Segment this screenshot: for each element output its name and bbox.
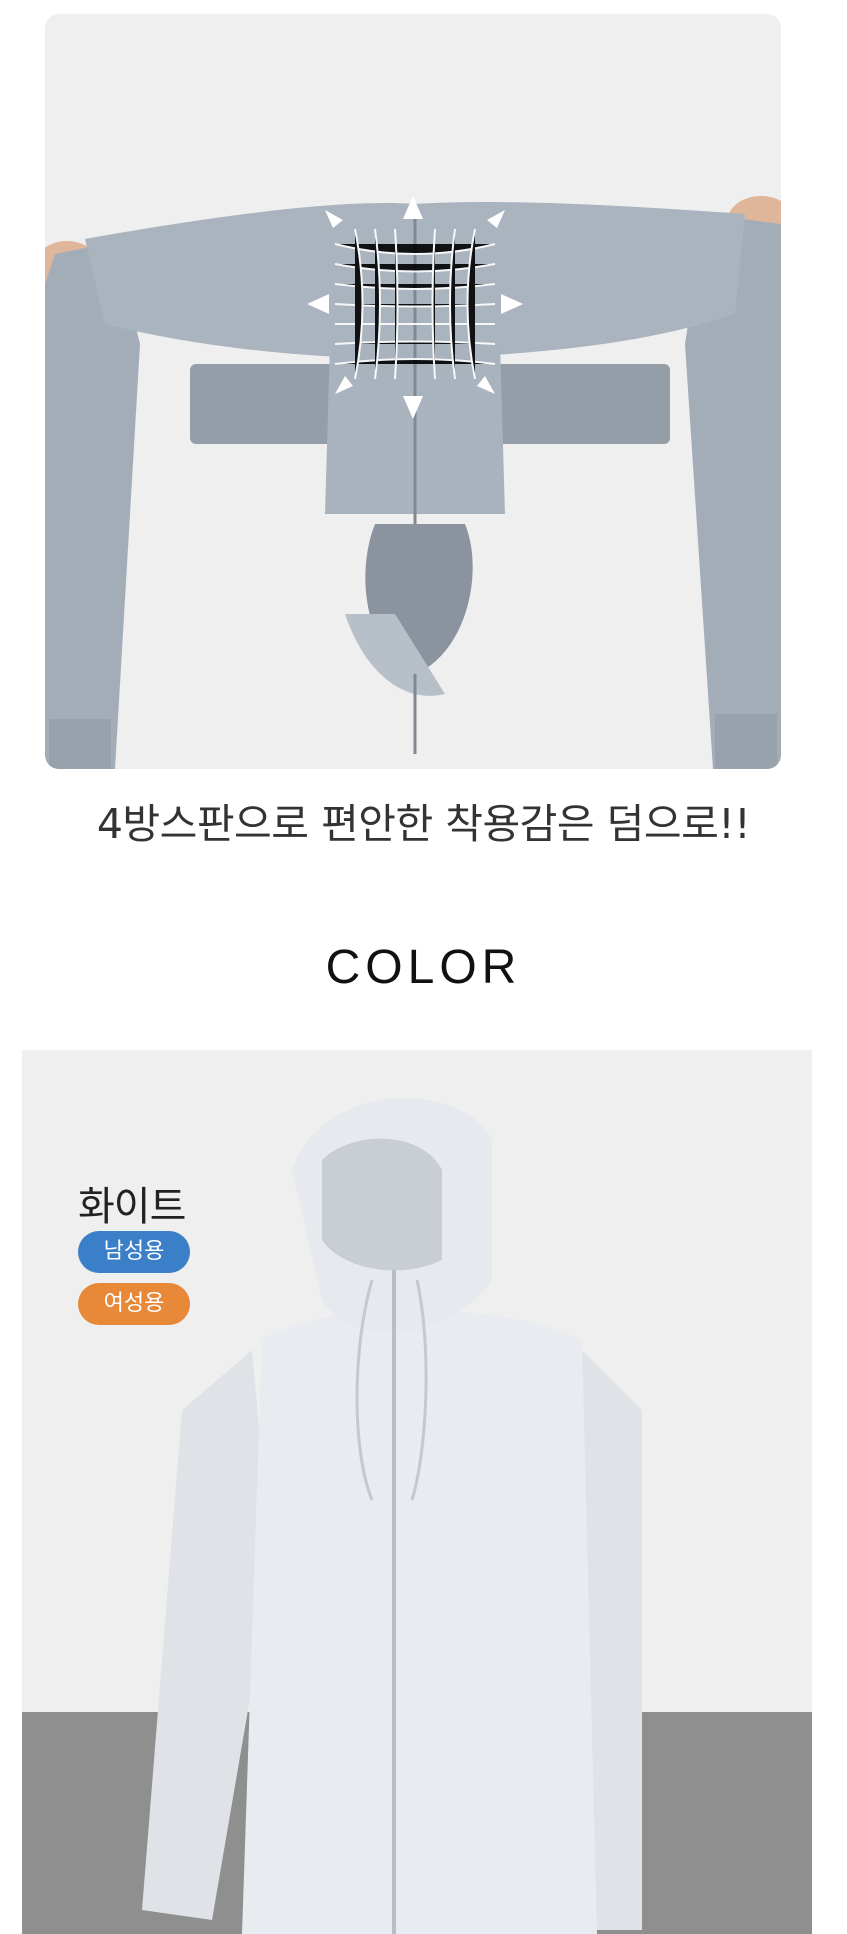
left-cuff (49, 719, 111, 769)
womens-badge: 여성용 (78, 1283, 190, 1325)
hood-inner (322, 1138, 442, 1271)
stretch-jacket-photo (45, 14, 781, 769)
color-name: 화이트 (78, 1184, 186, 1230)
hooded-jacket-photo: 화이트 남성용 여성용 (22, 1050, 812, 1934)
mens-badge: 남성용 (78, 1231, 190, 1273)
stretch-caption: 4방스판으로 편안한 착용감은 덤으로!! (96, 800, 751, 848)
jacket-body (242, 1310, 597, 1934)
color-section-heading: COLOR (325, 941, 522, 994)
right-cuff (715, 714, 777, 769)
